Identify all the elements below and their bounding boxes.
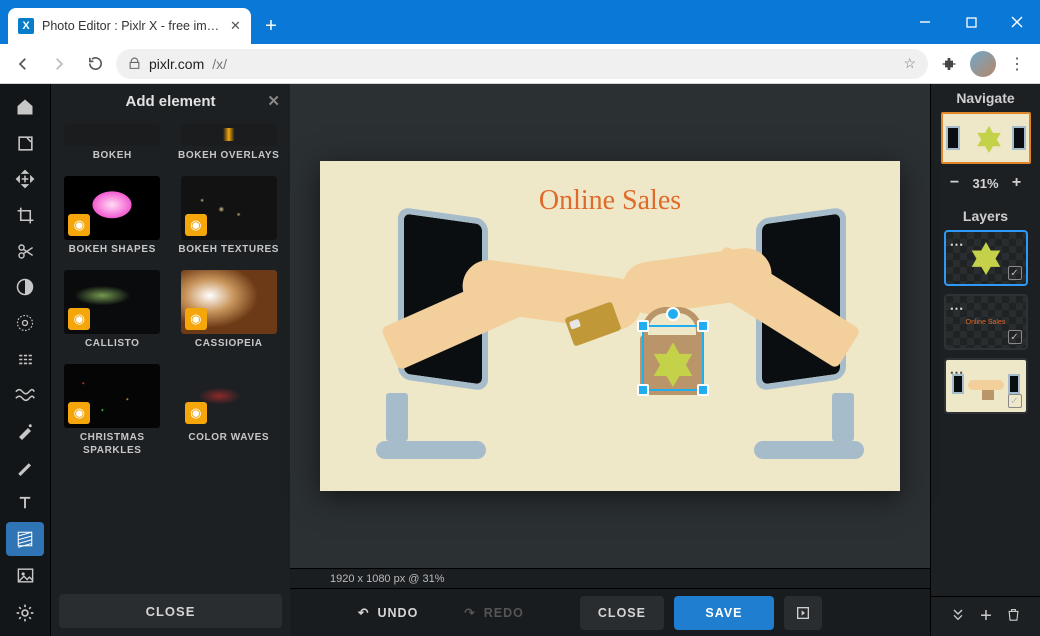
tool-text[interactable] bbox=[6, 486, 44, 520]
layer-menu-icon[interactable]: ⋯ bbox=[950, 300, 965, 317]
layer-text[interactable]: ⋯ Online Sales ✓ bbox=[944, 294, 1028, 350]
zoom-value: 31% bbox=[972, 176, 998, 191]
premium-badge-icon: ◉ bbox=[68, 214, 90, 236]
selection-box[interactable] bbox=[642, 325, 704, 391]
element-category[interactable]: ◉ CASSIOPEIA bbox=[178, 270, 281, 360]
close-button[interactable]: CLOSE bbox=[580, 596, 664, 630]
url-field[interactable]: pixlr.com/x/ ☆ bbox=[116, 49, 928, 79]
navigator-thumbnail[interactable] bbox=[941, 112, 1031, 164]
tool-filter[interactable] bbox=[6, 342, 44, 376]
chrome-menu[interactable]: ⋮ bbox=[1002, 49, 1032, 79]
tool-retouch[interactable] bbox=[6, 414, 44, 448]
bookmark-star-icon[interactable]: ☆ bbox=[903, 55, 916, 72]
tool-crop[interactable] bbox=[6, 198, 44, 232]
premium-badge-icon: ◉ bbox=[68, 308, 90, 330]
right-panel: Navigate − 31% + Layers ⋯ ✓ ⋯ Online Sal… bbox=[930, 84, 1040, 636]
nav-reload[interactable] bbox=[80, 49, 110, 79]
canvas[interactable]: Online Sales bbox=[320, 161, 900, 491]
element-category-label: BOKEH SHAPES bbox=[69, 244, 156, 266]
panel-title: Add element bbox=[125, 93, 215, 110]
tool-home[interactable] bbox=[6, 90, 44, 124]
premium-badge-icon: ◉ bbox=[185, 402, 207, 424]
element-category-label: CALLISTO bbox=[85, 338, 140, 360]
panel-close-icon[interactable]: ✕ bbox=[267, 92, 280, 110]
resize-handle-se[interactable] bbox=[697, 384, 709, 396]
window-titlebar: X Photo Editor : Pixlr X - free image… ✕… bbox=[0, 0, 1040, 44]
tool-cutout[interactable] bbox=[6, 234, 44, 268]
element-category[interactable]: ◉ BOKEH TEXTURES bbox=[178, 176, 281, 266]
layer-visibility-toggle[interactable]: ✓ bbox=[1008, 266, 1022, 280]
save-button[interactable]: SAVE bbox=[674, 596, 774, 630]
window-minimize[interactable] bbox=[902, 0, 948, 44]
element-category[interactable]: BOKEH OVERLAYS bbox=[178, 124, 281, 172]
layer-menu-icon[interactable]: ⋯ bbox=[950, 236, 965, 253]
premium-badge-icon: ◉ bbox=[185, 308, 207, 330]
premium-badge-icon: ◉ bbox=[68, 402, 90, 424]
tool-move[interactable] bbox=[6, 162, 44, 196]
tool-effect[interactable] bbox=[6, 306, 44, 340]
nav-forward[interactable] bbox=[44, 49, 74, 79]
extensions-button[interactable] bbox=[934, 49, 964, 79]
canvas-title-text: Online Sales bbox=[539, 185, 681, 217]
layer-shape[interactable]: ⋯ ✓ bbox=[944, 230, 1028, 286]
new-tab-button[interactable]: + bbox=[257, 12, 285, 40]
element-category-label: CHRISTMAS SPARKLES bbox=[61, 432, 164, 457]
zoom-in[interactable]: + bbox=[1007, 174, 1027, 192]
tool-liquify[interactable] bbox=[6, 378, 44, 412]
resize-handle-nw[interactable] bbox=[637, 320, 649, 332]
element-category[interactable]: BOKEH bbox=[61, 124, 164, 172]
zoom-out[interactable]: − bbox=[944, 174, 964, 192]
navigate-header: Navigate bbox=[931, 84, 1040, 112]
layers-add-icon[interactable]: + bbox=[980, 605, 992, 628]
layers-merge-icon[interactable] bbox=[950, 606, 966, 627]
tab-title: Photo Editor : Pixlr X - free image… bbox=[42, 19, 222, 33]
tool-add-image[interactable] bbox=[6, 558, 44, 592]
export-button[interactable] bbox=[784, 596, 822, 630]
profile-avatar[interactable] bbox=[970, 51, 996, 77]
redo-button[interactable]: ↷REDO bbox=[446, 596, 542, 630]
nav-back[interactable] bbox=[8, 49, 38, 79]
layer-visibility-toggle[interactable]: ✓ bbox=[1008, 394, 1022, 408]
layer-visibility-toggle[interactable]: ✓ bbox=[1008, 330, 1022, 344]
tool-strip bbox=[0, 84, 50, 636]
add-element-panel: Add element ✕ BOKEH BOKEH OVERLAYS ◉ BOKEH … bbox=[50, 84, 290, 636]
element-category[interactable]: ◉ BOKEH SHAPES bbox=[61, 176, 164, 266]
resize-handle-sw[interactable] bbox=[637, 384, 649, 396]
window-maximize[interactable] bbox=[948, 0, 994, 44]
url-path: /x/ bbox=[212, 56, 227, 72]
tool-arrange[interactable] bbox=[6, 126, 44, 160]
layers-delete-icon[interactable] bbox=[1006, 607, 1021, 627]
lock-icon bbox=[128, 57, 141, 70]
rotate-handle[interactable] bbox=[666, 307, 680, 321]
element-category-label: BOKEH bbox=[93, 150, 132, 172]
canvas-status: 1920 x 1080 px @ 31% bbox=[290, 568, 930, 588]
tab-close-icon[interactable]: ✕ bbox=[230, 18, 241, 34]
undo-button[interactable]: ↶UNDO bbox=[340, 596, 436, 630]
panel-close-button[interactable]: CLOSE bbox=[59, 594, 282, 628]
premium-badge-icon: ◉ bbox=[185, 214, 207, 236]
url-host: pixlr.com bbox=[149, 56, 204, 72]
layers-header: Layers bbox=[931, 202, 1040, 230]
address-bar: pixlr.com/x/ ☆ ⋮ bbox=[0, 44, 1040, 84]
element-category-label: BOKEH OVERLAYS bbox=[178, 150, 279, 172]
element-category-label: COLOR WAVES bbox=[188, 432, 269, 454]
pixlr-favicon: X bbox=[18, 18, 34, 34]
canvas-area: Online Sales bbox=[290, 84, 930, 636]
element-category-label: CASSIOPEIA bbox=[195, 338, 263, 360]
element-category[interactable]: ◉ CHRISTMAS SPARKLES bbox=[61, 364, 164, 457]
tool-element[interactable] bbox=[6, 522, 44, 556]
tool-settings[interactable] bbox=[6, 596, 44, 630]
tool-draw[interactable] bbox=[6, 450, 44, 484]
tool-adjust[interactable] bbox=[6, 270, 44, 304]
element-category-label: BOKEH TEXTURES bbox=[178, 244, 279, 266]
window-close[interactable] bbox=[994, 0, 1040, 44]
element-category[interactable]: ◉ COLOR WAVES bbox=[178, 364, 281, 457]
element-category[interactable]: ◉ CALLISTO bbox=[61, 270, 164, 360]
layer-background[interactable]: ⋯ ✓ bbox=[944, 358, 1028, 414]
resize-handle-ne[interactable] bbox=[697, 320, 709, 332]
browser-tab[interactable]: X Photo Editor : Pixlr X - free image… ✕ bbox=[8, 8, 251, 44]
